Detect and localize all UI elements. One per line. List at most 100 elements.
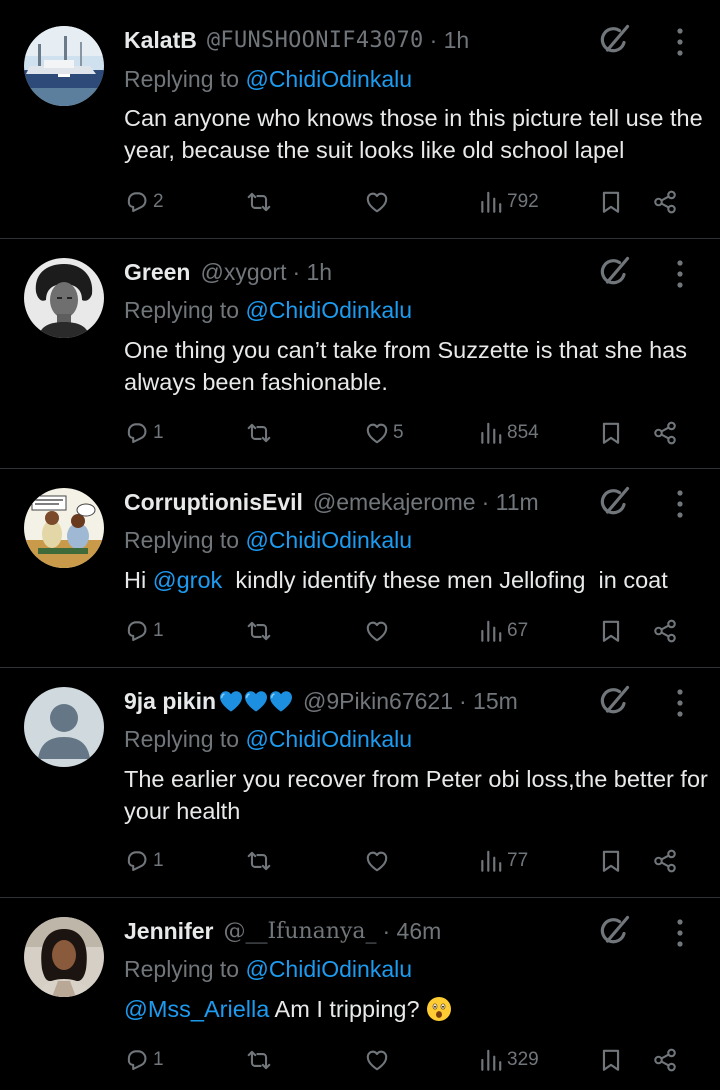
replying-to: Replying to @ChidiOdinkalu <box>124 66 412 93</box>
display-name[interactable]: Jennifer <box>124 918 213 945</box>
repost-icon <box>246 848 272 874</box>
views-count: 854 <box>507 422 539 443</box>
repost-button[interactable] <box>246 416 275 450</box>
grok-icon[interactable] <box>596 254 632 290</box>
replying-to: Replying to @ChidiOdinkalu <box>124 297 412 324</box>
views-button[interactable]: 792 <box>478 185 539 219</box>
views-count: 77 <box>507 850 529 871</box>
bookmark-button[interactable] <box>598 844 624 878</box>
replying-to-label: Replying to <box>124 956 246 982</box>
display-name[interactable]: CorruptionisEvil <box>124 489 303 516</box>
bookmark-icon <box>598 618 624 644</box>
views-icon <box>478 420 504 446</box>
views-count: 67 <box>507 620 529 641</box>
reply-button[interactable]: 2 <box>124 185 164 219</box>
timestamp[interactable]: · 1h <box>292 259 332 286</box>
timestamp[interactable]: · 11m <box>482 489 539 516</box>
share-button[interactable] <box>652 185 678 219</box>
reply-button[interactable]: 1 <box>124 416 164 450</box>
more-icon[interactable] <box>670 916 690 950</box>
heart-icon <box>364 848 390 874</box>
avatar[interactable] <box>24 917 104 997</box>
name-emoji <box>218 689 293 713</box>
timestamp[interactable]: · 15m <box>459 688 518 715</box>
share-button[interactable] <box>652 416 678 450</box>
views-button[interactable]: 329 <box>478 1043 539 1077</box>
replying-to-mention[interactable]: @ChidiOdinkalu <box>245 66 412 92</box>
tweet-mention[interactable]: @Mss_Ariella <box>124 996 269 1022</box>
user-handle[interactable]: @emekajerome <box>313 489 476 516</box>
timestamp[interactable]: · 1h <box>430 27 470 54</box>
tweet-text-suffix: kindly identify these men Jellofing in c… <box>222 567 668 593</box>
replying-to: Replying to @ChidiOdinkalu <box>124 726 412 753</box>
reply-icon <box>124 848 150 874</box>
share-icon <box>652 1047 678 1073</box>
share-button[interactable] <box>652 614 678 648</box>
like-button[interactable] <box>364 185 393 219</box>
tweet-header: 9ja pikin @9Pikin67621 · 15m <box>124 683 660 719</box>
grok-icon[interactable] <box>596 683 632 719</box>
replying-to-mention[interactable]: @ChidiOdinkalu <box>245 527 412 553</box>
repost-button[interactable] <box>246 844 275 878</box>
reply-tweet[interactable]: Green @xygort · 1h Replying to @ChidiOdi… <box>0 239 720 468</box>
timestamp[interactable]: · 46m <box>383 918 442 945</box>
views-button[interactable]: 67 <box>478 614 528 648</box>
share-button[interactable] <box>652 1043 678 1077</box>
views-icon <box>478 1047 504 1073</box>
reply-tweet[interactable]: KalatB @FUNSHOONIF43070 · 1h Replying to… <box>0 0 720 238</box>
bookmark-button[interactable] <box>598 614 624 648</box>
repost-button[interactable] <box>246 1043 275 1077</box>
more-icon[interactable] <box>670 686 690 720</box>
like-button[interactable] <box>364 1043 393 1077</box>
bookmark-icon <box>598 848 624 874</box>
user-handle[interactable]: @FUNSHOONIF43070 <box>207 28 424 53</box>
reply-button[interactable]: 1 <box>124 614 164 648</box>
like-count: 5 <box>393 422 404 443</box>
reply-count: 1 <box>153 850 164 871</box>
share-button[interactable] <box>652 844 678 878</box>
astonished-face-icon <box>426 997 451 1021</box>
more-icon[interactable] <box>670 257 690 291</box>
display-name[interactable]: 9ja pikin <box>124 688 216 715</box>
bookmark-button[interactable] <box>598 1043 624 1077</box>
views-button[interactable]: 854 <box>478 416 539 450</box>
bookmark-icon <box>598 1047 624 1073</box>
user-handle[interactable]: @__Ifunanya_ <box>223 919 376 944</box>
views-button[interactable]: 77 <box>478 844 528 878</box>
grok-icon[interactable] <box>596 484 632 520</box>
avatar[interactable] <box>24 26 104 106</box>
replying-to: Replying to @ChidiOdinkalu <box>124 956 412 983</box>
blue-heart-icon <box>268 689 294 713</box>
display-name[interactable]: Green <box>124 259 190 286</box>
user-handle[interactable]: @9Pikin67621 <box>303 688 453 715</box>
tweet-mention[interactable]: @grok <box>153 567 223 593</box>
views-icon <box>478 848 504 874</box>
reply-button[interactable]: 1 <box>124 1043 164 1077</box>
avatar[interactable] <box>24 687 104 767</box>
avatar[interactable] <box>24 488 104 568</box>
grok-icon[interactable] <box>596 22 632 58</box>
tweet-header: Jennifer @__Ifunanya_ · 46m <box>124 913 660 949</box>
bookmark-button[interactable] <box>598 416 624 450</box>
repost-button[interactable] <box>246 185 275 219</box>
replying-to-mention[interactable]: @ChidiOdinkalu <box>245 956 412 982</box>
reply-button[interactable]: 1 <box>124 844 164 878</box>
like-button[interactable] <box>364 614 393 648</box>
replying-to-mention[interactable]: @ChidiOdinkalu <box>245 297 412 323</box>
avatar[interactable] <box>24 258 104 338</box>
like-button[interactable]: 5 <box>364 416 404 450</box>
like-button[interactable] <box>364 844 393 878</box>
replying-to-mention[interactable]: @ChidiOdinkalu <box>245 726 412 752</box>
bookmark-icon <box>598 189 624 215</box>
reply-icon <box>124 420 150 446</box>
repost-button[interactable] <box>246 614 275 648</box>
reply-tweet[interactable]: 9ja pikin @9Pikin67621 · 15m Replying to… <box>0 668 720 897</box>
bookmark-button[interactable] <box>598 185 624 219</box>
more-icon[interactable] <box>670 487 690 521</box>
reply-tweet[interactable]: CorruptionisEvil @emekajerome · 11m Repl… <box>0 469 720 667</box>
display-name[interactable]: KalatB <box>124 27 197 54</box>
more-icon[interactable] <box>670 25 690 59</box>
reply-tweet[interactable]: Jennifer @__Ifunanya_ · 46m Replying to … <box>0 898 720 1090</box>
grok-icon[interactable] <box>596 913 632 949</box>
user-handle[interactable]: @xygort <box>200 259 286 286</box>
